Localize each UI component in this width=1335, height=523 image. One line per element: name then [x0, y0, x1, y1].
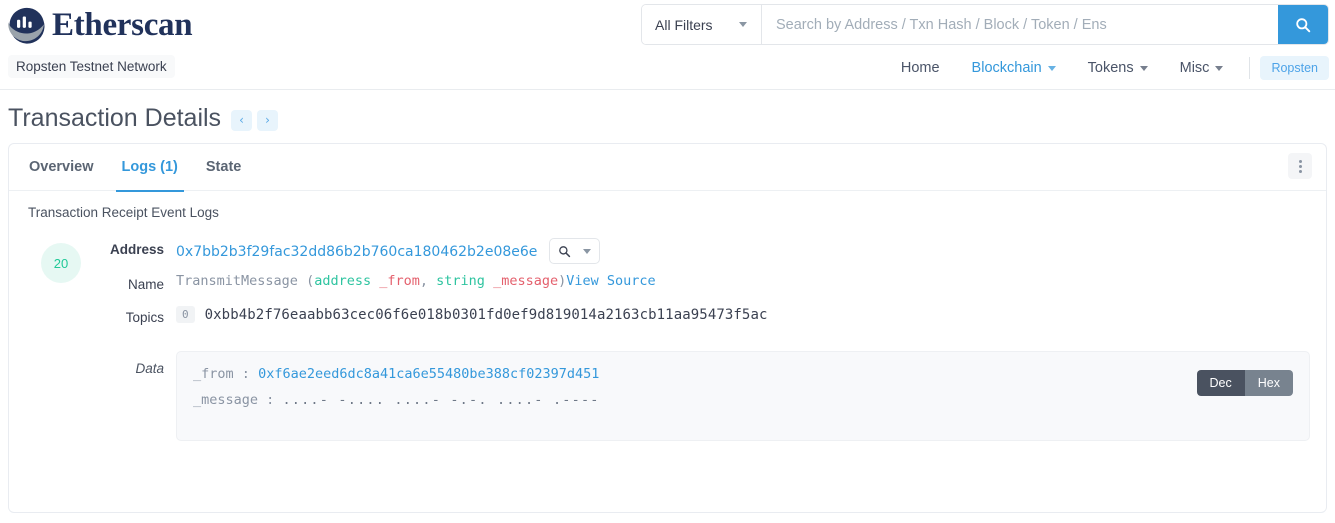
tab-bar: Overview Logs (1) State — [9, 144, 1326, 192]
brand-name: Etherscan — [52, 6, 193, 43]
data-line-from: _from : 0xf6ae2eed6dc8a41ca6e55480be388c… — [193, 366, 1293, 382]
param-name-0: _from — [379, 273, 420, 289]
site-header: Etherscan Ropsten Testnet Network All Fi… — [0, 0, 1335, 90]
log-data-box: _from : 0xf6ae2eed6dc8a41ca6e55480be388c… — [176, 351, 1310, 441]
kebab-dot — [1298, 164, 1302, 168]
data-value-from[interactable]: 0xf6ae2eed6dc8a41ca6e55480be388cf02397d4… — [258, 366, 599, 382]
log-name-value: TransmitMessage (address _from, string _… — [176, 273, 1310, 289]
kebab-menu-icon[interactable] — [1288, 153, 1312, 179]
topic-index: 0 — [176, 306, 195, 323]
log-address-row: Address 0x7bb2b3f29fac32dd86b2b760ca1804… — [21, 238, 1310, 264]
chevron-down-icon — [1139, 65, 1148, 71]
tab-overview[interactable]: Overview — [15, 144, 108, 191]
data-line-message: _message : ....- -.... ....- -.-. ....- … — [193, 392, 1293, 408]
kebab-dot — [1298, 159, 1302, 163]
nav-item-home[interactable]: Home — [885, 56, 956, 80]
param-type-0: address — [314, 273, 372, 289]
log-index-badge: 20 — [41, 243, 81, 283]
prev-transaction-button[interactable]: ‹ — [231, 109, 253, 131]
log-data-label: Data — [135, 361, 164, 376]
event-function-name: TransmitMessage — [176, 273, 298, 289]
log-topics-value-wrap: 0 0xbb4b2f76eaabb63cec06f6e018b0301fd0ef… — [176, 306, 1310, 323]
topic-value: 0xbb4b2f76eaabb63cec06f6e018b0301fd0ef9d… — [204, 306, 768, 323]
record-nav-arrows: ‹ › — [231, 109, 279, 131]
nav-item-home-label: Home — [900, 60, 940, 76]
page-title-bar: Transaction Details ‹ › — [0, 90, 1335, 143]
network-badge: Ropsten Testnet Network — [8, 55, 175, 78]
log-address-value-wrap: 0x7bb2b3f29fac32dd86b2b760ca180462b2e08e… — [176, 238, 1310, 264]
search-bar: All Filters — [641, 4, 1329, 45]
data-key-message: _message — [193, 392, 259, 408]
log-topics-label: Topics — [125, 310, 164, 325]
search-button[interactable] — [1278, 5, 1328, 44]
data-value-message: ....- -.... ....- -.-. ....- .---- — [282, 392, 600, 408]
toggle-hex-button[interactable]: Hex — [1244, 370, 1293, 396]
log-topics-row: Topics 0 0xbb4b2f76eaabb63cec06f6e018b03… — [21, 306, 1310, 325]
tab-state[interactable]: State — [192, 144, 255, 191]
magnifier-icon — [559, 245, 571, 257]
brand-logo-link[interactable]: Etherscan — [8, 6, 193, 44]
view-source-link[interactable]: View Source — [566, 273, 655, 289]
all-filters-dropdown[interactable]: All Filters — [642, 5, 762, 44]
chevron-down-icon — [583, 248, 592, 254]
search-icon — [1296, 17, 1311, 32]
param-comma-0: , — [419, 273, 429, 289]
card-body: Transaction Receipt Event Logs 20 Addres… — [9, 191, 1326, 460]
data-sep-from: : — [241, 366, 250, 382]
param-name-1: _message — [493, 273, 559, 289]
nav-item-blockchain-label: Blockchain — [971, 60, 1042, 76]
main-nav: Home Blockchain Tokens Misc Ropsten — [885, 56, 1329, 80]
etherscan-logo-icon — [8, 7, 45, 44]
nav-item-misc-label: Misc — [1179, 60, 1210, 76]
nav-divider — [1249, 57, 1251, 79]
param-type-1: string — [436, 273, 485, 289]
nav-item-tokens-label: Tokens — [1087, 60, 1134, 76]
kebab-dot — [1298, 169, 1302, 173]
nav-item-misc[interactable]: Misc — [1164, 56, 1240, 80]
card-subheading: Transaction Receipt Event Logs — [28, 205, 219, 220]
topic-entry: 0 0xbb4b2f76eaabb63cec06f6e018b0301fd0ef… — [176, 306, 1310, 323]
data-format-toggle: Dec Hex — [1196, 370, 1293, 396]
page-title: Transaction Details — [8, 104, 222, 132]
log-data-value-wrap: _from : 0xf6ae2eed6dc8a41ca6e55480be388c… — [176, 347, 1310, 441]
data-key-from: _from — [193, 366, 234, 382]
nav-item-blockchain[interactable]: Blockchain — [956, 56, 1072, 80]
all-filters-label: All Filters — [655, 16, 713, 33]
log-name-label: Name — [127, 277, 164, 292]
tab-logs[interactable]: Logs (1) — [108, 144, 192, 192]
address-filter-button[interactable] — [549, 238, 601, 264]
next-transaction-button[interactable]: › — [257, 109, 279, 131]
open-paren: ( — [306, 273, 315, 289]
nav-item-tokens[interactable]: Tokens — [1072, 56, 1164, 80]
toggle-dec-button[interactable]: Dec — [1196, 370, 1245, 396]
log-data-row: Data _from : 0xf6ae2eed6dc8a41ca6e55480b… — [21, 347, 1310, 441]
log-name-row: Name TransmitMessage (address _from, str… — [21, 273, 1310, 292]
chevron-down-icon — [739, 22, 747, 27]
chevron-down-icon — [1047, 65, 1056, 71]
transaction-card: Overview Logs (1) State Transaction Rece… — [8, 143, 1327, 513]
log-address-link[interactable]: 0x7bb2b3f29fac32dd86b2b760ca180462b2e08e… — [176, 242, 537, 260]
chevron-down-icon — [1215, 65, 1224, 71]
network-selector-pill[interactable]: Ropsten — [1260, 56, 1329, 80]
search-input[interactable] — [762, 5, 1278, 44]
log-entry: 20 Address 0x7bb2b3f29fac32dd86b2b760ca1… — [21, 238, 1310, 441]
